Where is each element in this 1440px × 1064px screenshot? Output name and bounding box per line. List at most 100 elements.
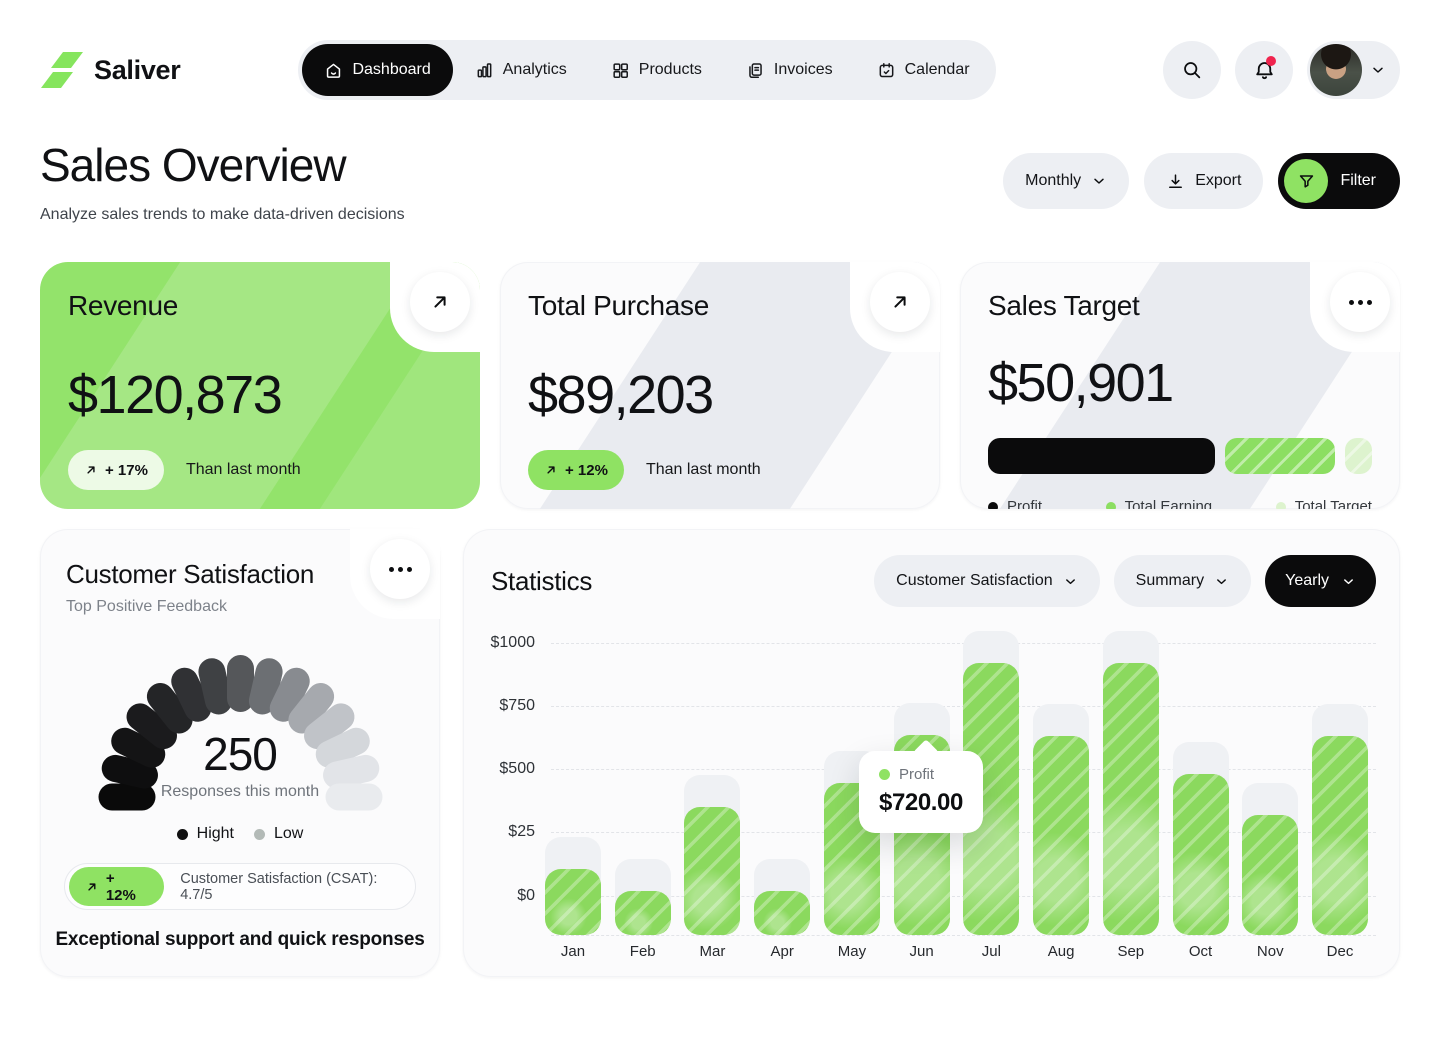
analytics-icon [475,61,494,80]
legend-label: Profit [1007,498,1042,509]
x-axis-label-feb: Feb [610,943,676,960]
lightning-logo-icon [40,48,84,92]
statistics-title: Statistics [491,566,592,597]
download-icon [1166,172,1185,191]
y-axis-tick: $750 [477,697,535,715]
legend-item-profit: Profit [988,498,1042,509]
x-axis-label-apr: Apr [749,943,815,960]
notifications-button[interactable] [1235,41,1293,99]
nav-item-calendar[interactable]: Calendar [855,44,992,96]
sales-target-progress-bar [988,438,1372,474]
chevron-down-icon [1063,574,1078,589]
bar-mar[interactable] [684,807,740,935]
chevron-down-icon [1091,173,1107,189]
gauge-value: 250 [40,727,440,781]
arrow-up-right-icon [85,880,99,894]
x-axis-label-may: May [819,943,885,960]
funnel-icon [1297,172,1316,191]
y-axis-tick: $25 [477,823,535,841]
legend-dot [1276,502,1286,510]
revenue-change-badge: + 17% [68,450,164,490]
x-axis-label-sep: Sep [1098,943,1164,960]
csat-score-text: Customer Satisfaction (CSAT): 4.7/5 [180,871,411,903]
nav-label: Analytics [503,61,567,79]
x-axis-label-jun: Jun [889,943,955,960]
chart-tooltip: Profit $720.00 [859,751,983,833]
chevron-down-icon [1341,574,1356,589]
total-purchase-expand-button[interactable] [870,272,930,332]
statistics-metric-dropdown[interactable]: Customer Satisfaction [874,555,1100,607]
nav-label: Invoices [774,61,833,79]
y-axis-tick: $0 [477,887,535,905]
gauge-legend: Hight Low [40,825,440,843]
nav-item-analytics[interactable]: Analytics [453,44,589,96]
header-actions [1163,41,1400,99]
brand-logo[interactable]: Saliver [40,48,180,92]
legend-item-low: Low [254,825,303,843]
tooltip-series-dot [879,769,890,780]
legend-label: Hight [197,825,234,843]
x-axis-label-nov: Nov [1237,943,1303,960]
legend-label: Total Target [1295,498,1372,509]
bar-aug[interactable] [1033,736,1089,935]
target-segment-total-earning [1225,438,1335,474]
x-axis-label-jul: Jul [958,943,1024,960]
chevron-down-icon [1214,574,1229,589]
invoices-icon [746,61,765,80]
nav-item-products[interactable]: Products [589,44,724,96]
search-icon [1181,59,1203,81]
legend-label: Low [274,825,303,843]
gauge-caption: Responses this month [40,783,440,801]
legend-label: Total Earning [1125,498,1213,509]
period-dropdown-value: Monthly [1025,172,1081,190]
total-purchase-change-note: Than last month [646,461,761,479]
bar-sep[interactable] [1103,663,1159,935]
legend-item-hight: Hight [177,825,234,843]
chevron-down-icon [1370,62,1386,78]
nav-label: Products [639,61,702,79]
sales-target-menu-button[interactable] [1330,272,1390,332]
legend-dot [1106,502,1116,510]
bar-apr[interactable] [754,891,810,935]
x-axis-label-oct: Oct [1168,943,1234,960]
csat-score-pill: + 12% Customer Satisfaction (CSAT): 4.7/… [64,863,416,910]
legend-item-total-earning: Total Earning [1106,498,1213,509]
bar-nov[interactable] [1242,815,1298,935]
gridline [551,935,1376,936]
arrow-up-right-icon [84,463,98,477]
legend-dot [177,829,188,840]
sales-target-card: Sales Target $50,901 ProfitTotal Earning… [960,262,1400,509]
user-avatar [1310,44,1362,96]
filter-button[interactable]: Filter [1278,153,1400,209]
customer-satisfaction-card: Customer Satisfaction Top Positive Feedb… [40,529,440,977]
statistics-range-dropdown[interactable]: Yearly [1265,555,1376,607]
home-icon [324,61,343,80]
revenue-change-note: Than last month [186,461,301,479]
main-nav: Dashboard Analytics Products [298,40,995,100]
statistics-card: Statistics Customer Satisfaction Summary… [463,529,1400,977]
calendar-icon [877,61,896,80]
revenue-expand-button[interactable] [410,272,470,332]
bar-feb[interactable] [615,891,671,935]
customer-satisfaction-menu-button[interactable] [370,539,430,599]
statistics-view-dropdown[interactable]: Summary [1114,555,1251,607]
revenue-card: Revenue $120,873 + 17% Than last month [40,262,480,509]
arrow-up-right-icon [889,291,911,313]
bar-oct[interactable] [1173,774,1229,935]
period-dropdown[interactable]: Monthly [1003,153,1129,209]
x-axis-label-aug: Aug [1028,943,1094,960]
filter-label: Filter [1340,172,1394,190]
customer-satisfaction-footer: Exceptional support and quick responses [40,929,440,951]
legend-item-total-target: Total Target [1276,498,1372,509]
bar-jan[interactable] [545,869,601,935]
nav-item-dashboard[interactable]: Dashboard [302,44,452,96]
bar-dec[interactable] [1312,736,1368,935]
brand-name: Saliver [94,55,180,86]
sales-target-legend: Profit Total Earning Total Target [988,498,1372,509]
target-segment-profit [988,438,1215,474]
search-button[interactable] [1163,41,1221,99]
nav-item-invoices[interactable]: Invoices [724,44,855,96]
user-menu[interactable] [1307,41,1400,99]
y-axis-tick: $1000 [477,634,535,652]
export-button[interactable]: Export [1144,153,1263,209]
